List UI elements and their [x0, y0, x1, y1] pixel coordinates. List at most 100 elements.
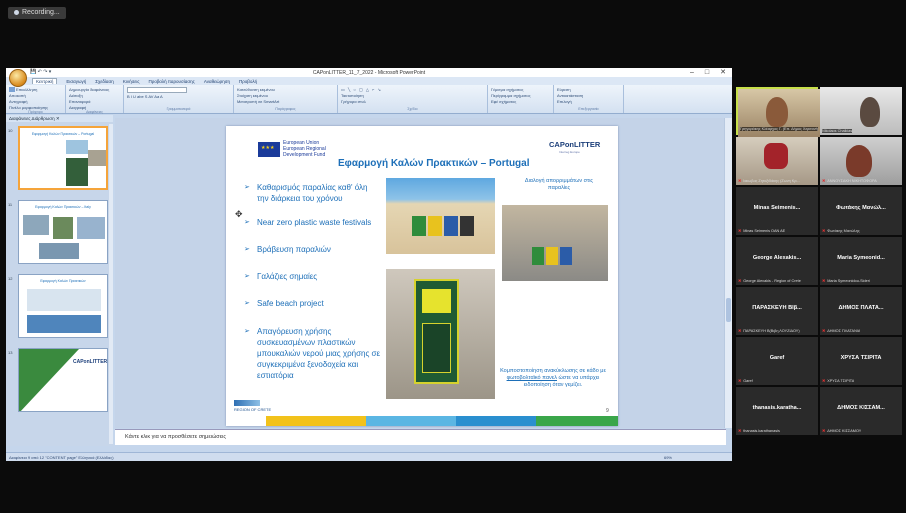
shapes-gallery[interactable]: ▭ ╲ ○ ▢ △ ⌐ ↘ — [341, 87, 484, 92]
tab-view[interactable]: Προβολή — [239, 79, 257, 84]
copy-button[interactable]: Αντιγραφή — [9, 99, 62, 104]
tab-insert[interactable]: Εισαγωγή — [66, 79, 86, 84]
participant-name: Γρηγοράκης Κλέαρχος Γ. (Επ. Δήμος Χερσον… — [740, 127, 818, 131]
participant-tile[interactable]: Φωτάκης Μανώλ... ✖ Φωτάκης Μανώλης — [820, 187, 902, 235]
slide-scrollbar[interactable] — [724, 118, 732, 428]
minimize-button[interactable]: – — [690, 68, 694, 77]
participant-tile[interactable]: Garef ✖ Garef — [736, 337, 818, 385]
recording-label: Recording... — [22, 9, 60, 16]
participant-display-name: Φωτάκης Μανώλ... — [836, 205, 886, 211]
bins-parking-photo — [502, 205, 608, 281]
smartart-button[interactable]: Μετατροπή σε SmartArt — [237, 99, 334, 104]
notes-pane[interactable]: Κάντε κλικ για να προσθέσετε σημειώσεις — [115, 429, 726, 445]
font-name-field[interactable] — [127, 87, 187, 93]
mic-off-icon: ✖ — [738, 279, 742, 283]
participant-display-name: Garef — [769, 355, 785, 361]
interreg-label: Interreg Europe — [559, 150, 580, 154]
participant-name: ✖ Garef — [738, 379, 753, 383]
thumbnail-photo — [66, 158, 88, 186]
mic-off-icon: ✖ — [738, 179, 742, 183]
participant-tile[interactable]: ΧΡΥΣΑ ΤΣΙΡΙΤΑ ✖ ΧΡΥΣΑ ΤΣΙΡΙΤΑ — [820, 337, 902, 385]
participant-tile[interactable]: Minas Seimenis... ✖ Minas Seimenis OAN AE — [736, 187, 818, 235]
replace-button[interactable]: Αντικατάσταση — [557, 93, 620, 98]
find-button[interactable]: Εύρεση — [557, 87, 620, 92]
participant-tile[interactable]: ΔΗΜΟΣ ΠΛΑΤΑ... ✖ ΔΗΜΟΣ ΠΛΑΤΑΝΙΑ — [820, 287, 902, 335]
slide-thumbnail[interactable]: Εφαρμογή Καλών Πρακτικών — [18, 274, 108, 338]
thumbnail-photo — [27, 315, 101, 333]
shape-outline-button[interactable]: Περίγραμμα σχήματος — [491, 93, 550, 98]
font-format-buttons[interactable]: B I U abe S AV Aa A — [127, 94, 230, 99]
move-cursor-icon: ✥ — [235, 209, 243, 219]
cut-button[interactable]: Αποκοπή — [9, 93, 62, 98]
tab-design[interactable]: Σχεδίαση — [95, 79, 114, 84]
participant-tile[interactable]: ✖ Ιακωβος Ζητοξιδάκης (Ζωνη Κρ... — [736, 137, 818, 185]
quick-styles-button[interactable]: Γρήγορα στυλ — [341, 99, 484, 104]
mic-off-icon: ✖ — [822, 179, 826, 183]
participant-tile[interactable]: ✖ ΑΝΝΟΥΣΑΚΗ ΝΙΚΗΤΟΦΟΡΑ — [820, 137, 902, 185]
participant-tile[interactable]: Nikolaos Chalkias — [820, 87, 902, 135]
participant-display-name: George Alexakis... — [752, 255, 802, 261]
caption-waste-sorting: Διαλογή απορριμμάτων στις παραλίες — [524, 178, 594, 191]
recycling-bin — [412, 216, 426, 236]
participant-name: ✖ Maria Symeonidou-Sideri — [822, 279, 870, 283]
recycling-bin — [444, 216, 458, 236]
group-label: Επεξεργασία — [578, 107, 599, 111]
thumbnail-photo — [77, 217, 105, 239]
paste-button[interactable]: Επικόλληση — [9, 87, 62, 93]
slide-thumbnail[interactable]: Εφαρμογή Καλών Πρακτικών – Italy — [18, 200, 108, 264]
tab-animations[interactable]: Κινήσεις — [123, 79, 140, 84]
scroll-thumb[interactable] — [726, 298, 731, 322]
bullet-item: ➢ Near zero plastic waste festivals — [244, 218, 372, 227]
slides-outline-tabs[interactable]: Διαφάνειες Διάρθρωση ✕ — [6, 115, 113, 122]
thumbnail-number: 10 — [8, 128, 13, 133]
tab-review[interactable]: Αναθεώρηση — [204, 79, 230, 84]
ribbon-group-slides: Δημιουργία διαφάνειας Διάταξη Επαναφορά … — [66, 85, 124, 114]
region-of-crete-logo: REGION OF CRETE — [234, 400, 271, 412]
participant-tile[interactable]: Γρηγοράκης Κλέαρχος Γ. (Επ. Δήμος Χερσον… — [736, 87, 820, 137]
reset-button[interactable]: Επαναφορά — [69, 99, 120, 104]
tab-home[interactable]: Κεντρική — [32, 78, 58, 84]
shape-effects-button[interactable]: Εφέ σχήματος — [491, 99, 550, 104]
tab-slideshow[interactable]: Προβολή παρουσίασης — [149, 79, 195, 84]
new-slide-button[interactable]: Δημιουργία διαφάνειας — [69, 87, 120, 92]
current-slide[interactable]: European UnionEuropean RegionalDevelopme… — [226, 126, 618, 426]
arrow-bullet-icon: ➢ — [244, 246, 250, 253]
thumbnail-scrollbar[interactable] — [109, 124, 113, 444]
arrow-bullet-icon: ➢ — [244, 328, 250, 335]
participant-tile[interactable]: thanasis.karatha... ✖ thanasis.karathanas… — [736, 387, 818, 435]
mic-off-icon: ✖ — [738, 329, 742, 333]
quick-access-toolbar[interactable]: 💾 ↶ ↷ ▾ — [30, 69, 51, 75]
zoom-level[interactable]: 69% — [664, 453, 672, 461]
participant-tile[interactable]: Maria Symeonid... ✖ Maria Symeonidou-Side… — [820, 237, 902, 285]
arrow-bullet-icon: ➢ — [244, 184, 250, 191]
participant-display-name: thanasis.karatha... — [752, 405, 802, 411]
participant-name: ✖ thanasis.karathanasis — [738, 429, 780, 433]
text-direction-button[interactable]: Κατεύθυνση κειμένου — [237, 87, 334, 92]
beach-bins-photo — [386, 178, 495, 254]
layout-button[interactable]: Διάταξη — [69, 93, 120, 98]
participant-display-name: ΧΡΥΣΑ ΤΣΙΡΙΤΑ — [840, 355, 882, 361]
thumbnail-title: Εφαρμογή Καλών Πρακτικών — [40, 279, 86, 283]
recycling-bin — [428, 216, 442, 236]
participant-tile[interactable]: ΔΗΜΟΣ ΚΙΣΣΑΜ... ✖ ΔΗΜΟΣ ΚΙΣΣΑΜΟΥ — [820, 387, 902, 435]
ribbon-group-drawing: ▭ ╲ ○ ▢ △ ⌐ ↘ Τακτοποίηση Γρήγορα στυλ Σ… — [338, 85, 488, 113]
arrange-button[interactable]: Τακτοποίηση — [341, 93, 484, 98]
participant-tile[interactable]: George Alexakis... ✖ George Alexakis - Re… — [736, 237, 818, 285]
participant-tile[interactable]: ΠΑΡΑΣΚΕΥΗ ΒΙβ... ✖ ΠΑΡΑΣΚΕΥΗ Β(Βιβη ΛΟΥΖΙ… — [736, 287, 818, 335]
mic-off-icon: ✖ — [822, 379, 826, 383]
slide-thumbnail[interactable]: CAPonLITTER — [18, 348, 108, 412]
close-button[interactable]: ✕ — [720, 68, 726, 77]
maximize-button[interactable]: □ — [705, 68, 709, 77]
select-button[interactable]: Επιλογή — [557, 99, 620, 104]
ribbon-group-font: B I U abe S AV Aa A Γραμματοσειρά — [124, 85, 234, 113]
recycling-bin — [560, 247, 572, 265]
shape-fill-button[interactable]: Γέμισμα σχήματος — [491, 87, 550, 92]
recording-indicator: Recording... — [8, 7, 66, 19]
slide-thumbnail[interactable]: Εφαρμογή Καλών Πρακτικών – Portugal — [18, 126, 108, 190]
office-button[interactable] — [9, 69, 27, 87]
align-text-button[interactable]: Στοίχιση κειμένου — [237, 93, 334, 98]
caption-link: φωτοβολταϊκό πανελ — [506, 375, 557, 381]
arrow-bullet-icon: ➢ — [244, 300, 250, 307]
bullet-item: ➢ Απαγόρευση χρήσης συσκευασμένων πλαστικ… — [244, 327, 381, 380]
ribbon-group-editing: Εύρεση Αντικατάσταση Επιλογή Επεξεργασία — [554, 85, 624, 113]
